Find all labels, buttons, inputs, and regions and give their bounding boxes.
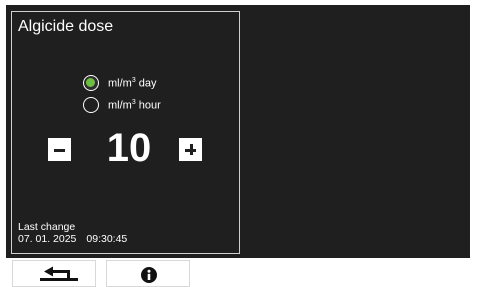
softkey-bar <box>6 260 470 287</box>
dose-value: 10 <box>106 126 152 170</box>
decrease-button[interactable] <box>48 138 71 161</box>
info-icon <box>141 267 157 283</box>
unit-label-per-day: ml/m3 day <box>108 76 157 90</box>
increase-button[interactable] <box>179 138 202 161</box>
screen: Algicide dose ml/m3 day ml/m3 hour 10 La… <box>0 0 478 287</box>
return-arrow-icon <box>40 266 78 281</box>
minus-icon <box>54 148 65 152</box>
last-change-label: Last change <box>18 221 76 233</box>
last-change-info: Last change 07. 01. 2025 09:30:45 <box>18 221 127 245</box>
radio-button-selected[interactable] <box>83 75 99 91</box>
algicide-dose-panel: Algicide dose ml/m3 day ml/m3 hour 10 La… <box>11 11 240 254</box>
panel-title: Algicide dose <box>18 18 114 35</box>
unit-option-per-hour[interactable]: ml/m3 hour <box>83 96 161 114</box>
info-button[interactable] <box>106 260 190 287</box>
last-change-timestamp: 07. 01. 2025 09:30:45 <box>18 233 127 245</box>
unit-option-per-day[interactable]: ml/m3 day <box>83 74 157 92</box>
radio-selected-dot <box>86 78 95 87</box>
last-change-date: 07. 01. 2025 <box>18 233 77 245</box>
unit-label-per-hour: ml/m3 hour <box>108 98 161 112</box>
last-change-time: 09:30:45 <box>86 233 128 245</box>
radio-button-unselected[interactable] <box>83 97 99 113</box>
back-button[interactable] <box>12 260 96 287</box>
